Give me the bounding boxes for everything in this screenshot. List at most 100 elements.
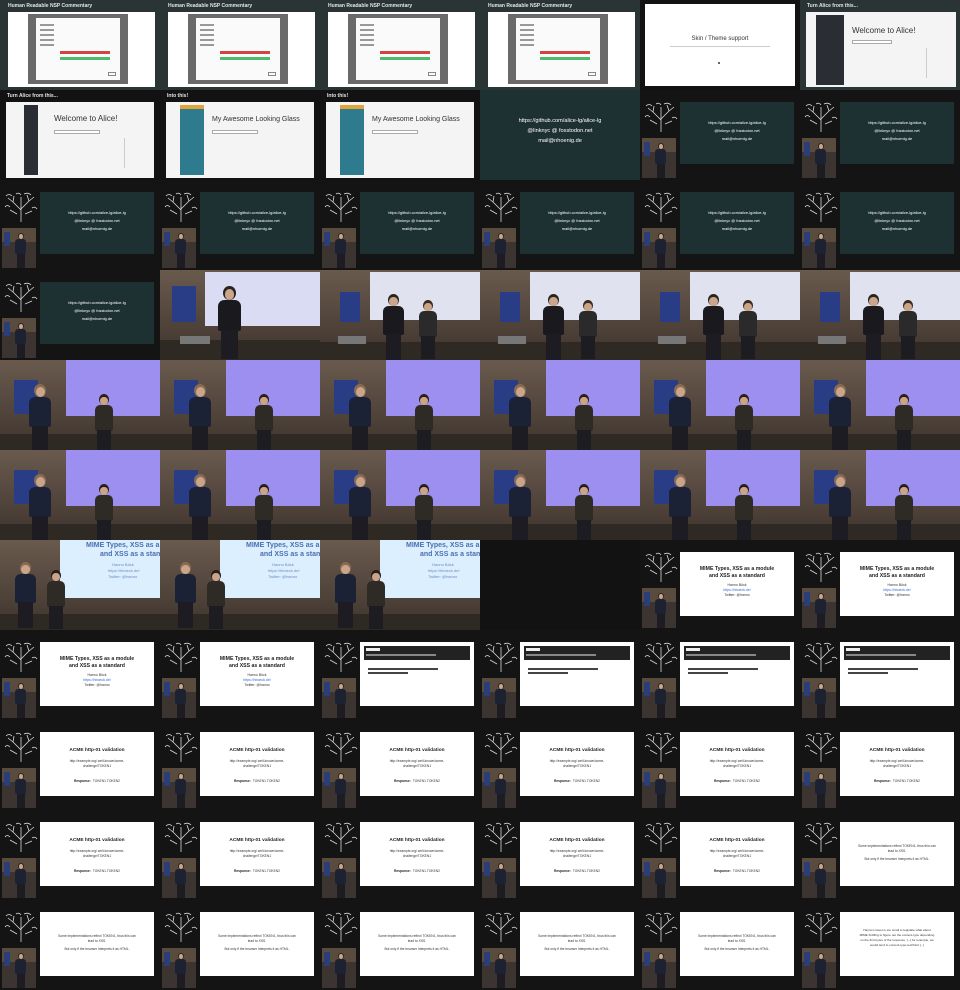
thumbnail-terminal <box>480 630 640 720</box>
author-site: https://hboeck.de/ <box>83 678 111 682</box>
camera-poster <box>803 682 810 696</box>
cursor-dot <box>718 62 720 64</box>
github-link: https://github.com/alice-lg/alice-lg <box>228 210 286 215</box>
challenge-url-cont: challenge/TOKEN1 <box>402 854 432 858</box>
thumbnail-mime_cam: MIME Types, XSS as a module and XSS as a … <box>640 540 800 630</box>
speaker-legs <box>816 163 825 178</box>
slide-title: ACME http-01 validation <box>389 748 445 753</box>
slide-title: ACME http-01 validation <box>69 838 125 843</box>
status-bar-green <box>220 57 270 60</box>
slide-title: ACME http-01 validation <box>709 748 765 753</box>
speaker-camera <box>2 678 36 718</box>
camera-speaker <box>814 772 828 808</box>
speaker-face <box>549 296 558 307</box>
speaker-torso <box>815 779 827 795</box>
mastodon-handle: @linknyc @ fosstodon.net <box>234 218 280 223</box>
slide-title: Human Readable NSP Commentary <box>8 3 93 9</box>
speaker-face <box>100 396 108 406</box>
challenge-url-cont: challenge/TOKEN1 <box>722 764 752 768</box>
camera-poster <box>323 682 330 696</box>
camera-speaker <box>814 592 828 628</box>
thumbnail-acme: ACME http-01 validation http://example.or… <box>480 810 640 900</box>
author-name: Hanno Böck <box>727 583 747 587</box>
speaker-left <box>700 294 727 360</box>
speaker-torso <box>894 495 914 521</box>
speaker-left <box>215 286 244 360</box>
camera-poster <box>163 772 170 786</box>
stage-floor <box>320 434 480 450</box>
response-label: Response: <box>233 869 251 873</box>
tree-logo <box>4 912 38 942</box>
speaker-camera <box>162 858 196 898</box>
camera-poster <box>323 862 330 876</box>
response-value: TOKEN1.TOKEN2 <box>92 779 121 783</box>
screenshot-frame <box>8 12 155 87</box>
thumbnail-glass: Into this! My Awesome Looking Glass <box>320 90 480 180</box>
thumbnail-nsp: Human Readable NSP Commentary <box>480 0 640 90</box>
response-value: TOKEN1.TOKEN2 <box>412 779 441 783</box>
speaker-legs <box>16 793 25 808</box>
acme-slide: ACME http-01 validation http://example.or… <box>680 732 794 796</box>
nav-links <box>686 654 756 656</box>
modal-dialog <box>36 18 120 80</box>
screenshot-frame: My Awesome Looking Glass <box>326 102 474 178</box>
title-slide: MIME Types, XSS as a module and XSS as a … <box>840 552 954 616</box>
speaker-face <box>515 477 525 487</box>
speaker-legs <box>49 605 63 630</box>
field-label <box>200 39 214 41</box>
tree-logo <box>804 642 838 672</box>
thumbnail-purple <box>320 450 480 540</box>
speaker-torso <box>46 581 66 607</box>
speaker-face <box>355 477 365 487</box>
slide-line-1: Some implementations reflect TOKEN1, thu… <box>538 934 616 938</box>
wall-poster <box>500 292 520 322</box>
speaker-legs <box>176 703 185 718</box>
challenge-url-cont: challenge/TOKEN1 <box>882 764 912 768</box>
field-label <box>520 24 534 26</box>
speaker-face <box>224 289 235 300</box>
speaker-legs <box>385 333 401 360</box>
tree-logo <box>804 192 838 222</box>
mastodon-handle: @linknyc @ fosstodon.net <box>874 218 920 223</box>
mastodon-handle: @linknyc @ fosstodon.net <box>394 218 440 223</box>
field-label <box>40 44 54 46</box>
text-slide: Some implementations reflect TOKEN1, thu… <box>520 912 634 976</box>
speaker-right <box>896 300 920 360</box>
speaker-legs <box>816 793 825 808</box>
thumbnail-some_impl: Some implementations reflect TOKEN1, thu… <box>320 900 480 990</box>
author-site: https://hboeck.de/ <box>428 568 460 573</box>
camera-speaker <box>494 232 508 268</box>
speaker-torso <box>174 574 196 603</box>
thumbnail-cam_contact: https://github.com/alice-lg/alice-lg @lin… <box>0 180 160 270</box>
speaker-face <box>372 572 380 582</box>
thumbnail-blank <box>480 540 640 630</box>
speaker-camera <box>802 768 836 808</box>
wall-poster <box>820 292 840 322</box>
speaker-face <box>675 387 685 397</box>
slide-title: ACME http-01 validation <box>549 748 605 753</box>
speaker-legs <box>176 883 185 898</box>
camera-poster <box>803 142 810 156</box>
speaker-camera <box>2 228 36 268</box>
github-link: https://github.com/alice-lg/alice-lg <box>388 210 446 215</box>
speaker-torso <box>175 779 187 795</box>
text-slide: Some implementations reflect TOKEN1, thu… <box>680 912 794 976</box>
camera-speaker <box>14 952 28 988</box>
thumbnail-purple <box>480 450 640 540</box>
author-site: https://hboeck.de/ <box>108 568 140 573</box>
slide-line-3: But only if the browser interprets it as… <box>64 947 130 951</box>
field-label <box>200 34 214 36</box>
slide-title: ACME http-01 validation <box>229 838 285 843</box>
thumbnail-cam_contact: https://github.com/alice-lg/alice-lg @lin… <box>800 90 960 180</box>
speaker-legs <box>16 343 25 358</box>
speaker-face <box>420 396 428 406</box>
challenge-url: http://example.org/.well-known/acme- <box>69 849 125 853</box>
speaker-legs <box>176 973 185 988</box>
text-slide: Some implementations reflect TOKEN1, thu… <box>200 912 314 976</box>
code-line <box>688 672 728 674</box>
author-site: https://hboeck.de/ <box>268 568 300 573</box>
speaker-legs <box>656 163 665 178</box>
speaker-legs <box>192 516 208 540</box>
browser-logo <box>526 648 540 651</box>
author-site: https://hboeck.de/ <box>723 588 751 592</box>
